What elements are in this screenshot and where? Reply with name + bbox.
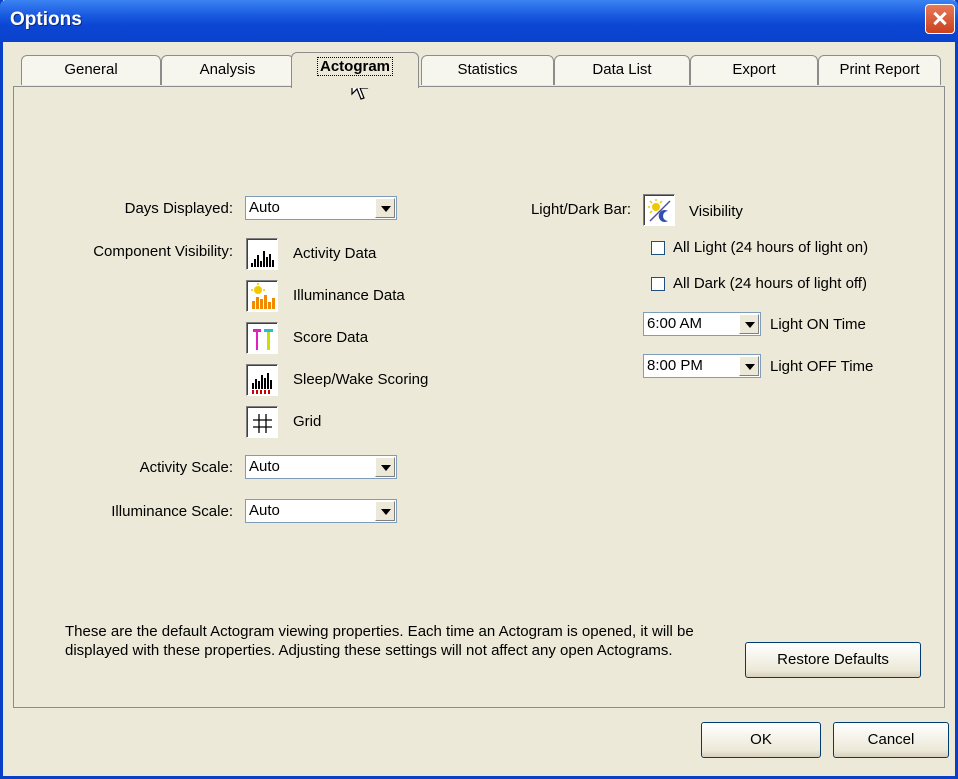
light-off-time-select[interactable]: 8:00 PM [643, 354, 761, 378]
light-dark-bar-label: Light/Dark Bar: [530, 201, 631, 218]
light-on-time-select[interactable]: 6:00 AM [643, 312, 761, 336]
tab-statistics[interactable]: Statistics [421, 55, 554, 85]
component-visibility-label: Component Visibility: [93, 243, 233, 260]
tab-data-list[interactable]: Data List [554, 55, 690, 85]
light-dark-bar-toggle[interactable] [643, 194, 675, 226]
options-dialog: Options General Analysis Actogram Statis… [0, 0, 958, 779]
illuminance-scale-select[interactable]: Auto [245, 499, 397, 523]
close-icon[interactable] [925, 4, 955, 34]
illuminance-data-icon [251, 283, 275, 309]
tab-label: Analysis [199, 61, 256, 78]
tab-export[interactable]: Export [690, 55, 818, 85]
description-text: These are the default Actogram viewing p… [65, 623, 694, 659]
tab-print-report[interactable]: Print Report [818, 55, 941, 85]
cancel-button[interactable]: Cancel [833, 722, 949, 758]
tab-general[interactable]: General [21, 55, 161, 85]
tab-label: Data List [592, 61, 652, 78]
actogram-panel [13, 86, 945, 708]
illuminance-scale-value: Auto [249, 502, 280, 519]
grid-icon [253, 414, 272, 433]
tab-label: Print Report [839, 61, 920, 78]
restore-defaults-button[interactable]: Restore Defaults [745, 642, 921, 678]
visibility-label: Visibility [689, 203, 743, 220]
tab-actogram[interactable]: Actogram [291, 52, 419, 88]
score-data-toggle[interactable] [246, 322, 278, 354]
days-displayed-label: Days Displayed: [124, 200, 233, 217]
all-dark-label: All Dark (24 hours of light off) [673, 275, 867, 292]
all-light-label: All Light (24 hours of light on) [673, 239, 869, 256]
window-title: Options [10, 9, 82, 30]
days-displayed-value: Auto [249, 199, 280, 216]
sleep-wake-scoring-label: Sleep/Wake Scoring [293, 371, 429, 388]
all-light-checkbox[interactable] [651, 241, 665, 255]
activity-scale-value: Auto [249, 458, 280, 475]
score-data-label: Score Data [293, 329, 369, 346]
activity-data-toggle[interactable] [246, 238, 278, 270]
light-on-time-label: Light ON Time [770, 316, 866, 333]
illuminance-data-toggle[interactable] [246, 280, 278, 312]
score-data-icon [253, 329, 273, 350]
tab-strip: General Analysis Actogram Statistics Dat… [13, 52, 943, 88]
sleep-wake-scoring-icon [252, 373, 272, 394]
activity-scale-label: Activity Scale: [139, 459, 233, 476]
tab-label: Statistics [457, 61, 518, 78]
tab-label: Export [732, 61, 776, 78]
activity-scale-select[interactable]: Auto [245, 455, 397, 479]
tab-label: Actogram [316, 57, 393, 76]
illuminance-scale-label: Illuminance Scale: [111, 503, 233, 520]
days-displayed-select[interactable]: Auto [245, 196, 397, 220]
illuminance-data-label: Illuminance Data [293, 287, 405, 304]
sun-moon-icon [648, 199, 671, 222]
title-bar[interactable]: Options [0, 0, 958, 42]
ok-button[interactable]: OK [701, 722, 821, 758]
chevron-down-icon[interactable] [739, 314, 759, 334]
activity-data-icon [251, 251, 274, 267]
sleep-wake-scoring-toggle[interactable] [246, 364, 278, 396]
activity-data-label: Activity Data [293, 245, 377, 262]
tab-label: General [64, 61, 118, 78]
grid-toggle[interactable] [246, 406, 278, 438]
light-off-time-label: Light OFF Time [770, 358, 874, 375]
chevron-down-icon[interactable] [375, 198, 395, 218]
light-off-time-value: 8:00 PM [647, 357, 703, 374]
grid-label: Grid [293, 413, 322, 430]
all-dark-checkbox[interactable] [651, 277, 665, 291]
chevron-down-icon[interactable] [375, 501, 395, 521]
tab-analysis[interactable]: Analysis [161, 55, 294, 85]
chevron-down-icon[interactable] [739, 356, 759, 376]
light-on-time-value: 6:00 AM [647, 315, 703, 332]
chevron-down-icon[interactable] [375, 457, 395, 477]
